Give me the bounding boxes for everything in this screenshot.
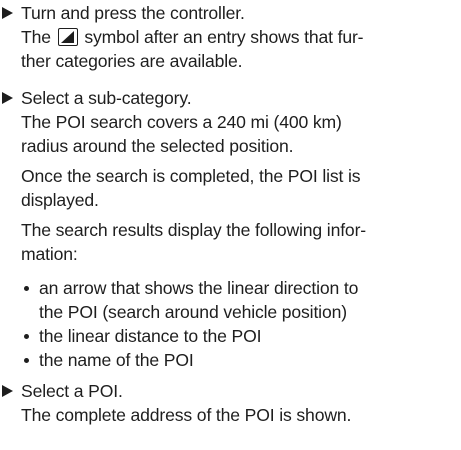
step-2-detail-line1: The POI search covers a 240 mi (400 km): [21, 112, 342, 132]
step-2-instruction: Select a sub-category.: [21, 88, 192, 108]
step-marker-icon: [2, 92, 13, 104]
step-2-para3-line1: The search results display the following…: [21, 220, 366, 240]
bullet-dot-icon: [24, 286, 29, 291]
step-marker-icon: [2, 7, 13, 19]
bullet-item: the linear distance to the POI: [39, 326, 262, 346]
step-marker-icon: [2, 385, 13, 397]
step-1-instruction: Turn and press the controller.: [21, 3, 245, 23]
step-1-detail-before: The: [21, 27, 51, 47]
step-2-detail-line2: radius around the selected position.: [21, 136, 294, 156]
bullet-item-cont: the POI (search around vehicle position): [39, 302, 347, 322]
step-3-instruction: Select a POI.: [21, 381, 123, 401]
step-2-para2-line1: Once the search is completed, the POI li…: [21, 166, 361, 186]
submenu-triangle-icon: [57, 28, 78, 46]
step-2-para2-line2: displayed.: [21, 190, 99, 210]
bullet-item: the name of the POI: [39, 350, 194, 370]
bullet-dot-icon: [24, 358, 29, 363]
bullet-item: an arrow that shows the linear direction…: [39, 278, 359, 298]
step-1-detail-line2: ther categories are available.: [21, 51, 243, 71]
step-2-para3-line2: mation:: [21, 244, 78, 264]
bullet-dot-icon: [24, 334, 29, 339]
step-3-detail-line1: The complete address of the POI is shown…: [21, 405, 352, 425]
step-1-detail: The symbol after an entry shows that fur…: [21, 27, 364, 47]
step-1-detail-after: symbol after an entry shows that fur-: [84, 27, 364, 47]
